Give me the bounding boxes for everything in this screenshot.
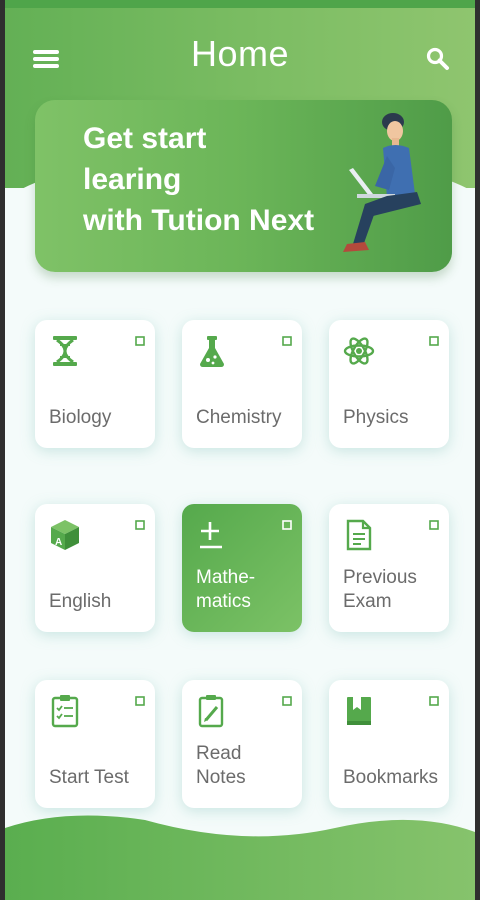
bottom-wave (5, 815, 475, 900)
tile-start-test[interactable]: Start Test (35, 680, 155, 808)
tile-english[interactable]: A English (35, 504, 155, 632)
plus-minus-icon (200, 522, 222, 549)
tile-biology[interactable]: Biology (35, 320, 155, 448)
tile-label: English (49, 591, 112, 612)
badge-icon (135, 696, 145, 706)
badge-icon (429, 696, 439, 706)
tile-label: Read Notes (196, 743, 246, 788)
banner-line-1: Get start (83, 122, 207, 155)
badge-icon (282, 520, 292, 530)
tile-label: Previous Exam (343, 567, 417, 612)
tile-previous-exam[interactable]: Previous Exam (329, 504, 449, 632)
tile-label: Biology (49, 407, 112, 428)
badge-icon (282, 336, 292, 346)
tile-chemistry[interactable]: Chemistry (182, 320, 302, 448)
tile-label: Start Test (49, 767, 129, 788)
tile-mathematics[interactable]: Mathe- matics (182, 504, 302, 632)
bookmark-book-icon (347, 697, 371, 725)
flask-icon (200, 336, 224, 367)
banner-line-3: with Tution Next (83, 204, 315, 237)
badge-icon (429, 520, 439, 530)
atom-icon (343, 337, 375, 365)
notepad-pencil-icon (198, 695, 224, 728)
tile-bookmarks[interactable]: Bookmarks (329, 680, 449, 808)
document-icon (346, 519, 372, 551)
alphabet-cube-icon: A (51, 520, 79, 550)
badge-icon (135, 520, 145, 530)
search-icon[interactable] (423, 44, 453, 74)
banner-line-2: learing (83, 163, 182, 196)
svg-text:A: A (55, 537, 62, 548)
tile-label: Physics (343, 407, 409, 428)
tile-label: Chemistry (196, 407, 282, 428)
tile-read-notes[interactable]: Read Notes (182, 680, 302, 808)
badge-icon (429, 336, 439, 346)
tile-label: Bookmarks (343, 767, 439, 788)
badge-icon (282, 696, 292, 706)
dna-icon (53, 336, 77, 366)
tile-physics[interactable]: Physics (329, 320, 449, 448)
tile-label: Mathe- matics (196, 567, 256, 612)
app-screen: Home Get start learing with Tution Next (5, 0, 475, 900)
badge-icon (135, 336, 145, 346)
person-with-laptop-illustration (343, 113, 421, 252)
clipboard-checklist-icon (51, 695, 79, 728)
promo-banner[interactable]: Get start learing with Tution Next (35, 100, 452, 272)
page-title: Home (190, 33, 290, 74)
